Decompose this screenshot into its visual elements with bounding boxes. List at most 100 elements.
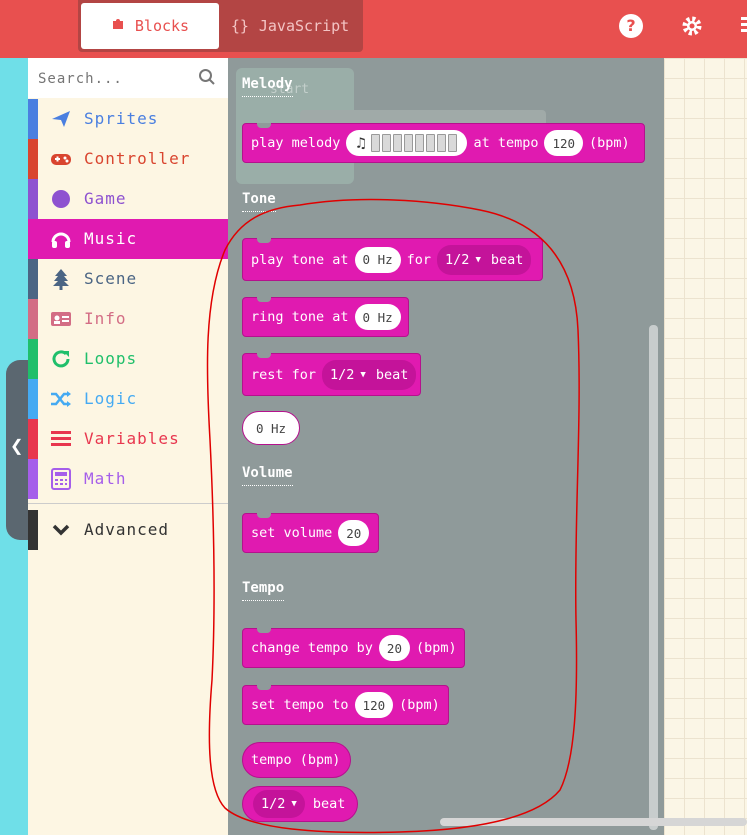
set-tempo-block[interactable]: set tempo to 120 (bpm) xyxy=(242,685,449,725)
caret-down-icon: ▼ xyxy=(360,369,366,380)
block-text: beat xyxy=(375,366,409,383)
category-label: Logic xyxy=(84,389,138,408)
block-text: set volume xyxy=(251,525,333,541)
toolbox-divider xyxy=(28,503,228,504)
flyout-scrollbar[interactable] xyxy=(649,325,658,830)
melody-editor[interactable]: ♫ xyxy=(346,130,468,156)
workspace-canvas[interactable] xyxy=(664,58,747,835)
more-icon[interactable] xyxy=(741,14,747,38)
category-scene[interactable]: Scene xyxy=(28,259,228,299)
category-color-bar xyxy=(28,419,38,459)
search-input[interactable] xyxy=(36,66,190,92)
category-color-bar xyxy=(28,510,38,550)
block-text: (bpm) xyxy=(589,135,630,151)
melody-cell xyxy=(404,134,414,152)
block-text: play melody xyxy=(251,135,341,151)
category-info[interactable]: Info xyxy=(28,299,228,339)
category-color-bar xyxy=(28,219,38,259)
gamepad-icon xyxy=(51,154,71,165)
category-label: Scene xyxy=(84,269,138,288)
frequency-field[interactable]: 0 Hz xyxy=(354,246,401,273)
beat-dropdown[interactable]: 1/2 ▼ beat xyxy=(437,244,532,275)
category-math[interactable]: Math xyxy=(28,459,228,499)
beat-dropdown[interactable]: 1/2 ▼ beat xyxy=(322,359,417,390)
category-color-bar xyxy=(28,379,38,419)
block-notch xyxy=(257,685,271,690)
category-advanced[interactable]: Advanced xyxy=(28,510,228,550)
melody-cell xyxy=(382,134,392,152)
paper-plane-icon xyxy=(52,111,70,127)
block-text: tempo (bpm) xyxy=(251,752,341,768)
headphones-icon xyxy=(51,232,71,248)
category-label: Game xyxy=(84,189,127,208)
set-volume-block[interactable]: set volume 20 xyxy=(242,513,379,553)
block-text: change tempo by xyxy=(251,640,373,656)
block-text: rest for xyxy=(251,366,317,383)
search-icon[interactable] xyxy=(198,68,216,86)
play-melody-block[interactable]: play melody ♫ at tempo 120 (bpm) xyxy=(242,123,645,163)
dropdown-value: 1/2 xyxy=(330,366,355,383)
tab-javascript-label: JavaScript xyxy=(258,17,350,35)
ring-tone-block[interactable]: ring tone at 0 Hz xyxy=(242,297,409,337)
calculator-icon xyxy=(51,468,71,490)
gear-icon[interactable] xyxy=(680,14,704,38)
category-label: Controller xyxy=(84,149,191,168)
category-loops[interactable]: Loops xyxy=(28,339,228,379)
workspace-horizontal-scrollbar[interactable] xyxy=(440,818,747,826)
block-text: play tone at xyxy=(251,251,349,268)
tempo-reporter-block[interactable]: tempo (bpm) xyxy=(242,742,351,778)
block-text: (bpm) xyxy=(415,640,457,656)
block-text: beat xyxy=(312,796,346,812)
category-color-bar xyxy=(28,179,38,219)
tempo-value-field[interactable]: 120 xyxy=(354,692,394,718)
play-tone-block[interactable]: play tone at 0 Hz for 1/2 ▼ beat xyxy=(242,238,543,281)
block-text: for xyxy=(406,251,432,268)
block-notch xyxy=(257,353,271,358)
volume-value-field[interactable]: 20 xyxy=(338,520,370,546)
category-label: Advanced xyxy=(84,520,170,539)
category-label: Variables xyxy=(84,429,180,448)
help-icon[interactable]: ? xyxy=(619,14,643,38)
tempo-change-field[interactable]: 20 xyxy=(378,635,410,661)
tempo-value-field[interactable]: 120 xyxy=(544,130,584,156)
rest-block[interactable]: rest for 1/2 ▼ beat xyxy=(242,353,421,396)
block-text: at tempo xyxy=(473,135,539,151)
melody-cell xyxy=(448,134,458,152)
category-sprites[interactable]: Sprites xyxy=(28,99,228,139)
block-text: set tempo to xyxy=(251,697,349,713)
category-color-bar xyxy=(28,459,38,499)
list-icon xyxy=(51,431,71,446)
melody-cell xyxy=(393,134,403,152)
category-color-bar xyxy=(28,339,38,379)
category-controller[interactable]: Controller xyxy=(28,139,228,179)
puzzle-icon xyxy=(111,17,125,35)
change-tempo-block[interactable]: change tempo by 20 (bpm) xyxy=(242,628,465,668)
category-color-bar xyxy=(28,299,38,339)
frequency-reporter-block[interactable]: 0 Hz xyxy=(242,411,300,445)
category-label: Music xyxy=(84,229,138,248)
category-label: Loops xyxy=(84,349,138,368)
search-box xyxy=(28,58,228,98)
beat-reporter-block[interactable]: 1/2 ▼ beat xyxy=(242,786,358,822)
tab-blocks[interactable]: Blocks xyxy=(81,3,219,49)
dropdown-value: 1/2 xyxy=(445,251,470,268)
music-note-icon: ♫ xyxy=(356,134,366,152)
id-card-icon xyxy=(51,312,71,326)
section-label-volume: Volume xyxy=(242,465,293,486)
melody-cell xyxy=(371,134,381,152)
category-label: Info xyxy=(84,309,127,328)
frequency-field[interactable]: 0 Hz xyxy=(354,304,401,330)
toolbox: Sprites Controller Game Music Scene Info… xyxy=(28,58,228,835)
shuffle-icon xyxy=(51,391,71,407)
tab-blocks-label: Blocks xyxy=(134,17,190,35)
top-bar: Blocks {} JavaScript ? xyxy=(0,0,747,58)
section-label-tone: Tone xyxy=(242,191,276,212)
category-color-bar xyxy=(28,139,38,179)
refresh-icon xyxy=(52,350,70,368)
category-variables[interactable]: Variables xyxy=(28,419,228,459)
beat-dropdown[interactable]: 1/2 ▼ xyxy=(253,790,305,818)
tab-javascript[interactable]: {} JavaScript xyxy=(221,3,359,49)
category-logic[interactable]: Logic xyxy=(28,379,228,419)
category-game[interactable]: Game xyxy=(28,179,228,219)
category-music[interactable]: Music xyxy=(28,219,228,259)
